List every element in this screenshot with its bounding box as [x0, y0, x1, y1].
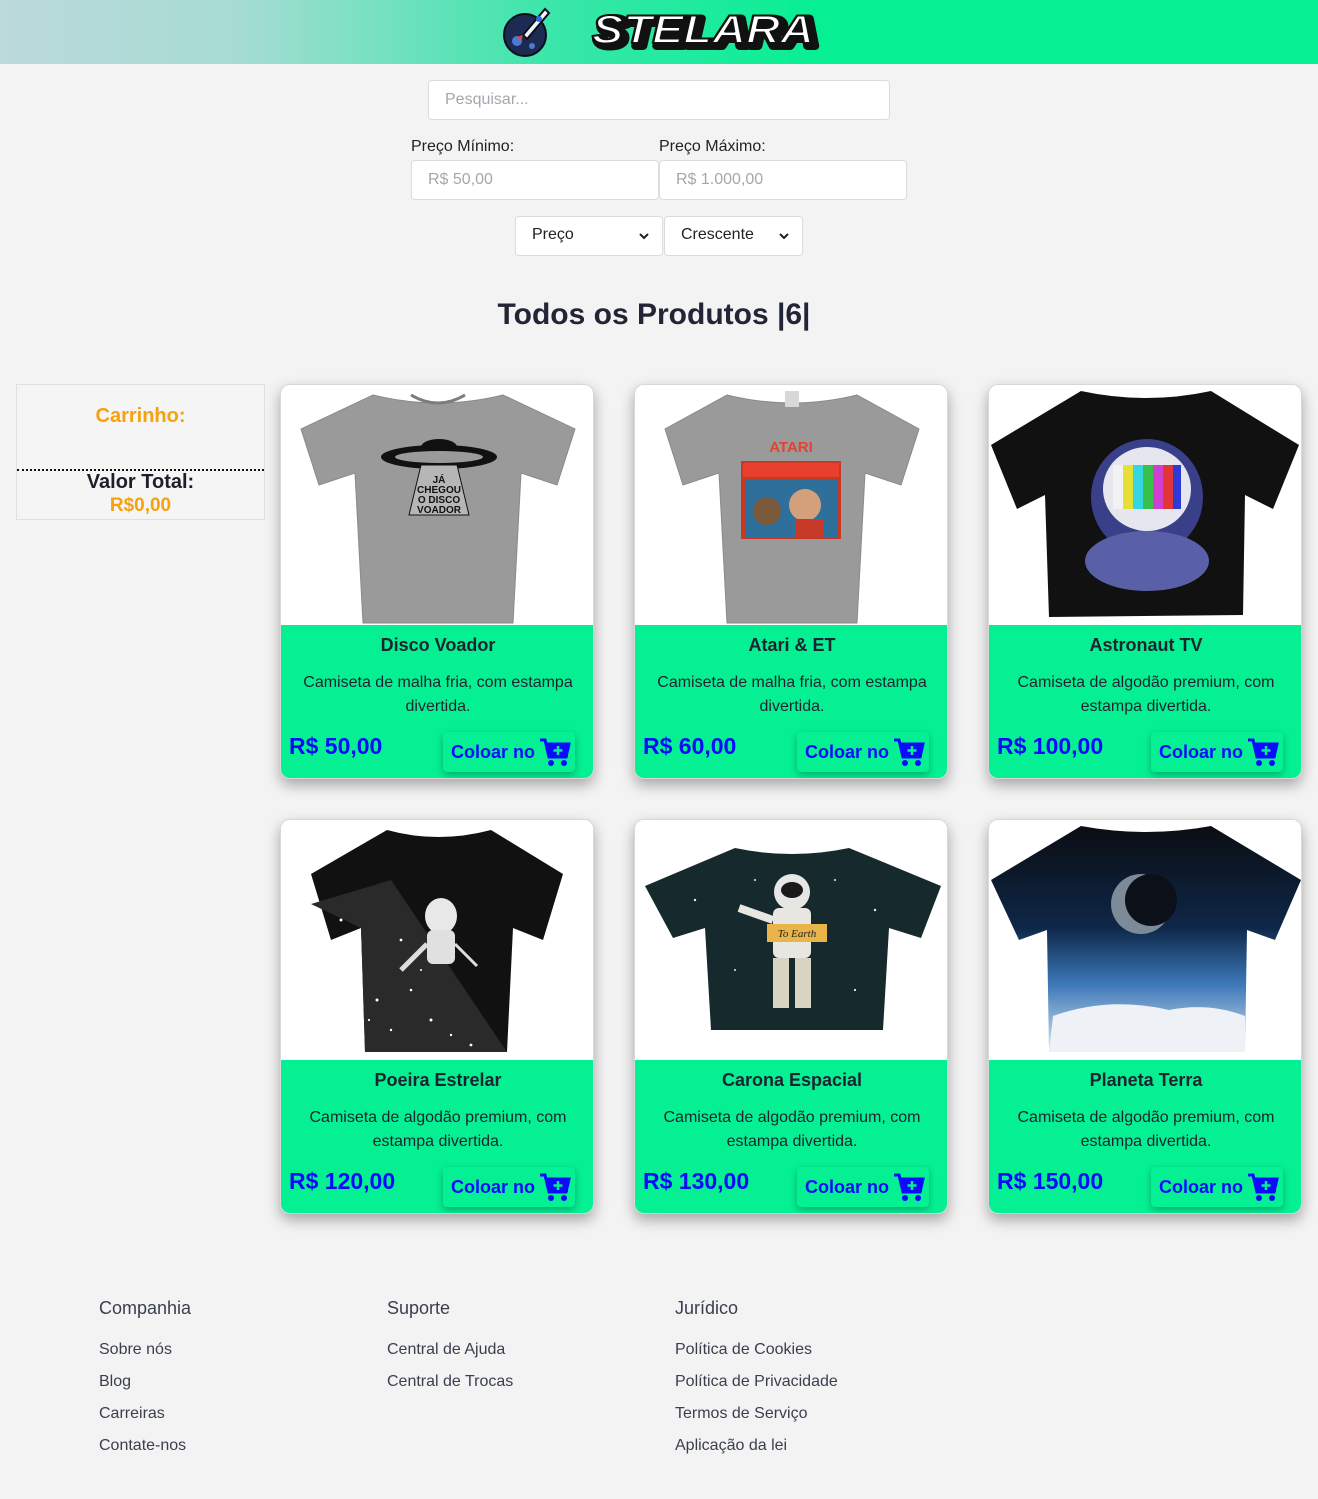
hitchhiker-shirt-image: To Earth — [635, 820, 947, 1060]
product-name: Planeta Terra — [1089, 1070, 1203, 1090]
product-name: Atari & ET — [748, 635, 836, 655]
sort-order-value: Crescente — [681, 226, 754, 243]
max-price-input[interactable] — [659, 160, 907, 200]
product-price: R$ 130,00 — [643, 1168, 750, 1194]
product-description: Camiseta de malha fria, com estampa dive… — [303, 674, 573, 715]
cart-plus-icon — [894, 1173, 925, 1201]
chevron-down-icon — [779, 233, 789, 240]
atari-shirt-image: ATARI — [635, 385, 947, 625]
stardust-shirt-image — [281, 820, 593, 1060]
add-to-cart-button[interactable]: Coloar no — [1151, 1167, 1283, 1207]
product-description: Camiseta de algodão premium, com estampa… — [1017, 674, 1275, 715]
footer-column-suporte: Suporte Central de Ajuda Central de Troc… — [387, 1298, 513, 1405]
footer-link-termos-de-servico[interactable]: Termos de Serviço — [675, 1405, 838, 1437]
cart-plus-icon — [894, 738, 925, 766]
footer: Companhia Sobre nós Blog Carreiras Conta… — [0, 1256, 1318, 1499]
add-to-cart-button[interactable]: Coloar no — [797, 732, 929, 772]
cart-plus-icon — [540, 1173, 571, 1201]
footer-link-central-de-trocas[interactable]: Central de Trocas — [387, 1373, 513, 1405]
add-to-cart-label: Coloar no — [1159, 742, 1243, 762]
product-card-planeta-terra[interactable]: Planeta Terra Camiseta de algodão premiu… — [988, 819, 1302, 1214]
product-name: Poeira Estrelar — [374, 1070, 502, 1090]
add-to-cart-button[interactable]: Coloar no — [443, 1167, 575, 1207]
svg-text:ATARI: ATARI — [769, 439, 813, 456]
product-price: R$ 150,00 — [997, 1168, 1104, 1194]
product-description: Camiseta de algodão premium, com estampa… — [663, 1109, 921, 1150]
product-description: Camiseta de malha fria, com estampa dive… — [657, 674, 927, 715]
footer-link-politica-de-cookies[interactable]: Política de Cookies — [675, 1341, 838, 1373]
product-description: Camiseta de algodão premium, com estampa… — [309, 1109, 567, 1150]
footer-heading: Companhia — [99, 1298, 192, 1318]
max-price-label: Preço Máximo: — [659, 138, 766, 155]
product-price: R$ 120,00 — [289, 1168, 396, 1194]
page-title: Todos os Produtos |6| — [497, 298, 811, 331]
footer-link-aplicacao-da-lei[interactable]: Aplicação da lei — [675, 1437, 838, 1469]
add-to-cart-button[interactable]: Coloar no — [797, 1167, 929, 1207]
cart-title: Carrinho: — [95, 405, 186, 427]
product-card-atari-et[interactable]: ATARI Atari & ET Camiseta de malha fria,… — [634, 384, 948, 779]
svg-text:VOADOR: VOADOR — [417, 505, 462, 516]
footer-heading: Suporte — [387, 1298, 451, 1318]
add-to-cart-button[interactable]: Coloar no — [443, 732, 575, 772]
footer-link-central-de-ajuda[interactable]: Central de Ajuda — [387, 1341, 513, 1373]
sort-field-select[interactable]: Preço — [515, 216, 663, 256]
cart-plus-icon — [540, 738, 571, 766]
product-price: R$ 60,00 — [643, 733, 737, 759]
footer-link-contate-nos[interactable]: Contate-nos — [99, 1437, 191, 1469]
svg-text:STELARA: STELARA — [592, 8, 814, 52]
svg-text:To Earth: To Earth — [778, 928, 817, 940]
add-to-cart-label: Coloar no — [1159, 1177, 1243, 1197]
add-to-cart-label: Coloar no — [805, 1177, 889, 1197]
product-price: R$ 100,00 — [997, 733, 1104, 759]
cart-plus-icon — [1248, 738, 1279, 766]
product-card-poeira-estrelar[interactable]: Poeira Estrelar Camiseta de algodão prem… — [280, 819, 594, 1214]
cart-panel: Carrinho: Valor Total: R$0,00 — [16, 384, 265, 520]
chevron-down-icon — [639, 233, 649, 240]
cart-plus-icon — [1248, 1173, 1279, 1201]
min-price-label: Preço Mínimo: — [411, 138, 515, 155]
footer-column-companhia: Companhia Sobre nós Blog Carreiras Conta… — [99, 1298, 191, 1469]
product-name: Astronaut TV — [1089, 635, 1203, 655]
product-description: Camiseta de algodão premium, com estampa… — [1017, 1109, 1275, 1150]
footer-link-sobre-nos[interactable]: Sobre nós — [99, 1341, 191, 1373]
add-to-cart-label: Coloar no — [451, 742, 535, 762]
ufo-shirt-image: JÁ CHEGOU O DISCO VOADOR — [281, 385, 593, 625]
add-to-cart-button[interactable]: Coloar no — [1151, 732, 1283, 772]
footer-column-juridico: Jurídico Política de Cookies Política de… — [675, 1298, 838, 1469]
header: STELARA STELARA — [0, 0, 1318, 64]
astronaut-tv-shirt-image — [989, 385, 1301, 625]
cart-total-label: Valor Total: — [86, 471, 195, 493]
product-price: R$ 50,00 — [289, 733, 383, 759]
min-price-input[interactable] — [411, 160, 659, 200]
footer-heading: Jurídico — [675, 1298, 739, 1318]
product-card-carona-espacial[interactable]: To Earth Carona Espacial Camiseta de alg… — [634, 819, 948, 1214]
product-card-astronaut-tv[interactable]: Astronaut TV Camiseta de algodão premium… — [988, 384, 1302, 779]
footer-link-politica-de-privacidade[interactable]: Política de Privacidade — [675, 1373, 838, 1405]
product-name: Carona Espacial — [721, 1070, 863, 1090]
footer-link-blog[interactable]: Blog — [99, 1373, 191, 1405]
stelara-wordmark: STELARA STELARA — [591, 8, 822, 54]
cart-total-value: R$0,00 — [109, 495, 172, 516]
product-name: Disco Voador — [380, 635, 496, 655]
sort-order-select[interactable]: Crescente — [664, 216, 803, 256]
footer-link-carreiras[interactable]: Carreiras — [99, 1405, 191, 1437]
rocket-logo-icon[interactable] — [501, 5, 553, 57]
add-to-cart-label: Coloar no — [451, 1177, 535, 1197]
add-to-cart-label: Coloar no — [805, 742, 889, 762]
earth-shirt-image — [989, 820, 1301, 1060]
search-input[interactable] — [428, 80, 890, 120]
product-card-disco-voador[interactable]: JÁ CHEGOU O DISCO VOADOR Disco Voador Ca… — [280, 384, 594, 779]
sort-field-value: Preço — [532, 226, 574, 243]
